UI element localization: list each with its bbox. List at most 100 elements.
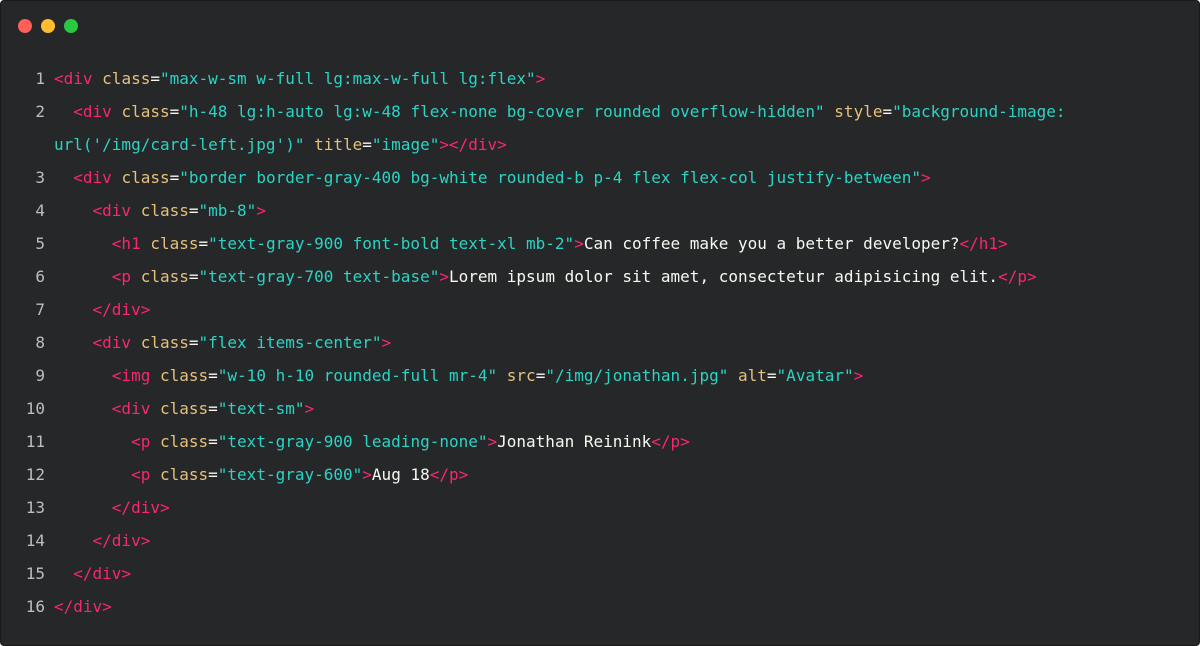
close-button[interactable]: [18, 19, 32, 33]
code-token-txt: =: [766, 366, 777, 385]
code-token-attr: class: [159, 465, 209, 484]
code-token-attr: src: [506, 366, 536, 385]
code-token-tag: <div: [92, 333, 141, 352]
code-line: 13 </div>: [1, 491, 1199, 524]
code-token-str: "text-gray-700 text-base": [198, 267, 440, 286]
code-token-str: "h-48 lg:h-auto lg:w-48 flex-none bg-cov…: [179, 102, 825, 121]
code-token-tag: >: [487, 432, 498, 451]
code-token-tag: <div: [73, 102, 122, 121]
code-token-str: "w-10 h-10 rounded-full mr-4": [217, 366, 498, 385]
code-content: </div>: [45, 293, 1199, 326]
code-token-txt: Jonathan Reinink: [497, 432, 652, 451]
code-content: <div class="max-w-sm w-full lg:max-w-ful…: [45, 62, 1199, 95]
code-line: 11 <p class="text-gray-900 leading-none"…: [1, 425, 1199, 458]
code-token-tag: ></div>: [439, 135, 507, 154]
code-line: 2 <div class="h-48 lg:h-auto lg:w-48 fle…: [1, 95, 1199, 161]
code-token-txt: =: [362, 135, 372, 154]
line-number: 14: [25, 531, 45, 550]
code-token-str: "Avatar": [776, 366, 854, 385]
code-token-txt: =: [208, 366, 218, 385]
maximize-button[interactable]: [64, 19, 78, 33]
code-line: 9 <img class="w-10 h-10 rounded-full mr-…: [1, 359, 1199, 392]
code-content: <p class="text-gray-600">Aug 18</p>: [45, 458, 1199, 491]
code-token-str: "text-sm": [217, 399, 305, 418]
code-token-str: "text-gray-900 leading-none": [217, 432, 488, 451]
code-token-tag: >: [535, 69, 546, 88]
line-number: 4: [35, 201, 45, 220]
code-token-tag: >: [362, 465, 372, 484]
line-number: 11: [25, 432, 45, 451]
code-token-attr: class: [140, 333, 189, 352]
line-number: 8: [35, 333, 45, 352]
line-number: 12: [25, 465, 45, 484]
code-line: 6 <p class="text-gray-700 text-base">Lor…: [1, 260, 1199, 293]
minimize-button[interactable]: [41, 19, 55, 33]
code-token-tag: >: [574, 234, 584, 253]
code-content: <div class="border border-gray-400 bg-wh…: [45, 161, 1199, 194]
code-token-tag: </h1>: [959, 234, 1008, 253]
code-content: <p class="text-gray-900 leading-none">Jo…: [45, 425, 1199, 458]
code-content: <div class="flex items-center">: [45, 326, 1199, 359]
code-token-attr: class: [140, 267, 189, 286]
code-line: 7 </div>: [1, 293, 1199, 326]
code-content: </div>: [45, 524, 1199, 557]
code-token-str: "text-gray-600": [217, 465, 363, 484]
code-token-attr: class: [121, 168, 170, 187]
line-number: 2: [35, 102, 45, 121]
code-line: 8 <div class="flex items-center">: [1, 326, 1199, 359]
code-token-txt: =: [208, 399, 218, 418]
code-token-attr: alt: [738, 366, 767, 385]
code-token-tag: <h1: [111, 234, 151, 253]
code-token-txt: =: [208, 465, 218, 484]
code-token-str: "text-gray-900 font-bold text-xl mb-2": [208, 234, 575, 253]
code-token-str: "/img/jonathan.jpg": [545, 366, 729, 385]
code-line: 15 </div>: [1, 557, 1199, 590]
code-token-txt: =: [188, 333, 199, 352]
code-token-attr: class: [159, 399, 209, 418]
code-content: <img class="w-10 h-10 rounded-full mr-4"…: [45, 359, 1199, 392]
code-token-txt: =: [198, 234, 209, 253]
code-line: 4 <div class="mb-8">: [1, 194, 1199, 227]
code-line: 14 </div>: [1, 524, 1199, 557]
code-token-attr: class: [159, 366, 209, 385]
line-number: 7: [35, 300, 45, 319]
code-line: 3 <div class="border border-gray-400 bg-…: [1, 161, 1199, 194]
code-token-tag: <p: [131, 432, 160, 451]
code-token-txt: =: [150, 69, 160, 88]
code-token-tag: <p: [131, 465, 160, 484]
code-token-tag: <p: [111, 267, 141, 286]
code-content: </div>: [45, 491, 1199, 524]
code-token-tag: >: [853, 366, 864, 385]
code-token-tag: <div: [111, 399, 160, 418]
code-token-str: "flex items-center": [198, 333, 382, 352]
code-content: </div>: [45, 557, 1199, 590]
code-line: 16 </div>: [1, 590, 1199, 623]
line-number: 6: [35, 267, 45, 286]
line-number: 9: [35, 366, 45, 385]
code-token-tag: </div>: [111, 498, 170, 517]
code-token-tag: >: [920, 168, 931, 187]
line-number: 5: [35, 234, 45, 253]
code-line: 12 <p class="text-gray-600">Aug 18</p>: [1, 458, 1199, 491]
line-number: 3: [35, 168, 45, 187]
code-token-txt: =: [535, 366, 546, 385]
code-token-txt: =: [208, 432, 218, 451]
code-token-tag: <div: [54, 69, 103, 88]
code-token-tag: </div>: [92, 300, 151, 319]
code-content: </div>: [45, 590, 1199, 623]
